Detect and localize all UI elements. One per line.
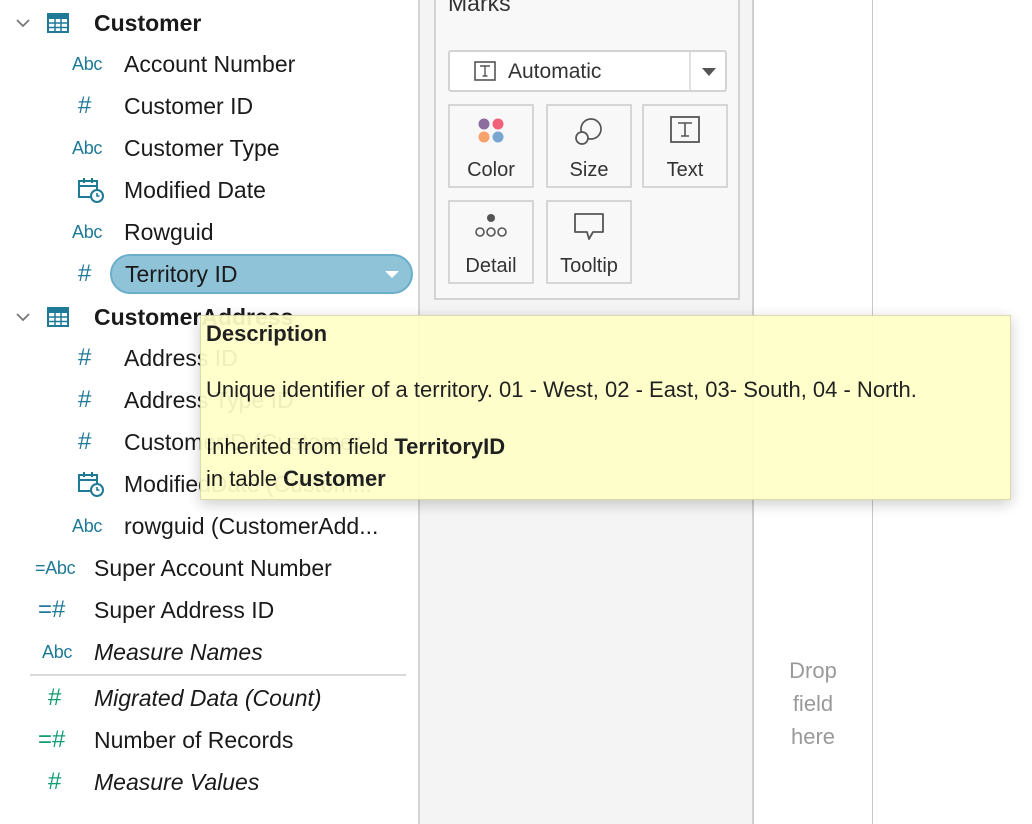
mark-type-label: Automatic <box>508 60 602 83</box>
dropdown-button[interactable] <box>689 52 725 90</box>
marks-card-title: Marks <box>448 0 511 16</box>
size-circles-icon <box>575 118 602 145</box>
number-hash-icon: # <box>78 428 92 455</box>
source-table-name: Customer <box>283 466 386 491</box>
field-migrated-data-count[interactable]: # Migrated Data (Count) <box>0 677 418 719</box>
table-customer[interactable]: Customer <box>0 2 418 44</box>
chevron-down-icon[interactable] <box>14 14 32 32</box>
drop-hint-line: field <box>792 691 834 716</box>
field-customer-id[interactable]: # Customer ID <box>0 85 418 127</box>
string-abc-icon: Abc <box>72 137 103 158</box>
calc-string-icon: =Abc <box>35 557 76 578</box>
number-hash-icon: # <box>78 344 92 371</box>
field-label: Super Address ID <box>94 596 275 623</box>
field-label: Measure Values <box>94 768 260 795</box>
field-label: Super Account Number <box>94 554 332 581</box>
marks-button-label: Detail <box>465 255 517 277</box>
tooltip-title: Description <box>206 321 328 346</box>
marks-card: Marks Automatic Color Size Text Detail T… <box>434 0 740 300</box>
field-super-account-number[interactable]: =Abc Super Account Number <box>0 547 418 589</box>
detail-dots-icon <box>475 214 507 237</box>
field-label: Account Number <box>124 50 296 77</box>
text-t-icon <box>474 61 496 81</box>
drop-hint-line: Drop <box>789 658 837 683</box>
table-icon <box>47 13 69 33</box>
field-label: Territory ID <box>125 260 238 287</box>
field-modified-date[interactable]: Modified Date <box>0 169 418 211</box>
field-label: Number of Records <box>94 726 294 753</box>
tooltip-inherited-line: Inherited from field TerritoryID <box>206 434 505 460</box>
marks-color-button[interactable]: Color <box>448 104 534 188</box>
number-hash-icon: # <box>78 386 92 413</box>
field-rowguid-customeraddress[interactable]: Abc rowguid (CustomerAdd... <box>0 505 418 547</box>
marks-detail-button[interactable]: Detail <box>448 200 534 284</box>
selected-field-pill[interactable]: Territory ID <box>110 254 413 294</box>
string-abc-icon: Abc <box>72 221 103 242</box>
field-menu-caret-icon[interactable] <box>385 271 399 278</box>
inherited-field-name: TerritoryID <box>394 434 506 459</box>
field-measure-names[interactable]: Abc Measure Names <box>0 631 418 673</box>
field-label: Modified Date <box>124 176 266 203</box>
number-hash-icon: # <box>78 92 92 119</box>
measure-hash-icon: # <box>48 684 62 711</box>
drop-field-hint: Drop field here <box>754 654 872 753</box>
field-account-number[interactable]: Abc Account Number <box>0 43 418 85</box>
calc-measure-icon: =# <box>38 726 66 753</box>
table-prefix: in table <box>206 466 284 491</box>
tooltip-bubble-icon <box>574 213 604 240</box>
field-label: rowguid (CustomerAdd... <box>124 512 379 539</box>
field-label: Customer ID <box>124 92 254 119</box>
datetime-calendar-icon <box>78 178 104 203</box>
table-name: Customer <box>94 9 202 36</box>
marks-text-button[interactable]: Text <box>642 104 728 188</box>
calc-number-icon: =# <box>38 596 66 623</box>
drop-hint-line: here <box>790 724 836 749</box>
field-description-tooltip: Description Unique identifier of a terri… <box>200 315 1011 500</box>
chevron-down-icon[interactable] <box>14 308 32 326</box>
field-number-of-records[interactable]: =# Number of Records <box>0 719 418 761</box>
marks-button-label: Color <box>467 159 515 181</box>
number-hash-icon: # <box>78 260 92 287</box>
inherited-prefix: Inherited from field <box>206 434 395 459</box>
tooltip-description: Unique identifier of a territory. 01 - W… <box>206 377 917 402</box>
string-abc-icon: Abc <box>72 515 103 536</box>
string-abc-icon: Abc <box>72 53 103 74</box>
field-measure-values[interactable]: # Measure Values <box>0 761 418 803</box>
color-dots-icon <box>478 118 504 143</box>
marks-button-label: Size <box>569 159 609 181</box>
tooltip-table-line: in table Customer <box>206 466 386 492</box>
field-label: Rowguid <box>124 218 214 245</box>
mark-type-dropdown[interactable]: Automatic <box>448 50 727 92</box>
field-label: Customer Type <box>124 134 280 161</box>
field-super-address-id[interactable]: =# Super Address ID <box>0 589 418 631</box>
string-abc-icon: Abc <box>42 641 73 662</box>
measure-hash-icon: # <box>48 768 62 795</box>
marks-tooltip-button[interactable]: Tooltip <box>546 200 632 284</box>
marks-button-label: Text <box>666 159 704 181</box>
marks-button-label: Tooltip <box>560 255 618 277</box>
field-customer-type[interactable]: Abc Customer Type <box>0 127 418 169</box>
marks-size-button[interactable]: Size <box>546 104 632 188</box>
caret-down-icon <box>702 68 716 76</box>
field-label: Migrated Data (Count) <box>94 684 322 711</box>
table-icon <box>47 307 69 327</box>
field-rowguid[interactable]: Abc Rowguid <box>0 211 418 253</box>
field-label: Measure Names <box>94 638 263 665</box>
datetime-calendar-icon <box>78 472 104 497</box>
dimensions-measures-divider <box>30 674 406 676</box>
text-t-icon <box>670 116 700 143</box>
